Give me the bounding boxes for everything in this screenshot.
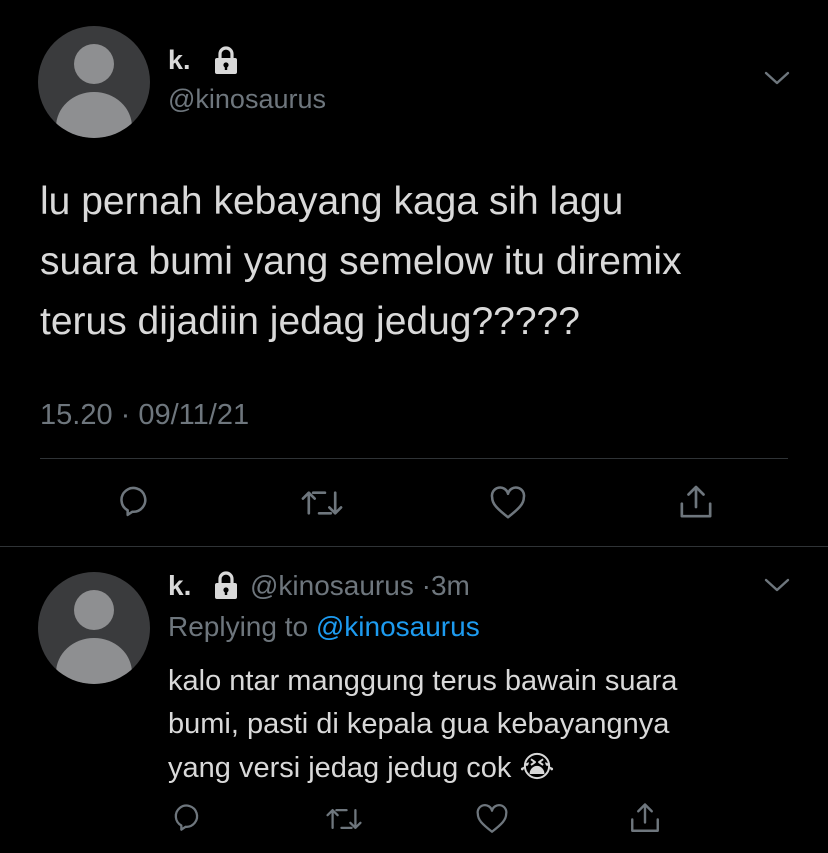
replying-to-label: Replying to	[168, 611, 309, 642]
main-tweet-text: lu pernah kebayang kaga sih lagu suara b…	[40, 172, 682, 352]
reply-tweet-text: kalo ntar manggung terus bawain suara bu…	[168, 660, 677, 790]
retweet-icon[interactable]	[300, 486, 344, 520]
tweet-line-text: yang versi jedag jedug cok	[168, 752, 512, 784]
main-timestamp[interactable]: 15.20 · 09/11/21	[40, 397, 249, 433]
reply-header: k.	[168, 569, 191, 603]
chevron-down-icon[interactable]	[764, 70, 790, 86]
reply-handle[interactable]: @kinosaurus	[250, 570, 414, 601]
share-icon[interactable]	[676, 482, 716, 522]
tweet-line: yang versi jedag jedug cok 😭	[168, 746, 677, 790]
reply-icon[interactable]	[115, 484, 153, 522]
tweet-line: suara bumi yang semelow itu diremix	[40, 240, 682, 283]
reply-display-name[interactable]: k.	[168, 570, 191, 601]
tweet-line: lu pernah kebayang kaga sih lagu	[40, 180, 624, 223]
tweet-line: terus dijadiin jedag jedug?????	[40, 300, 580, 343]
share-icon[interactable]	[627, 800, 663, 836]
replying-to-handle-link[interactable]: @kinosaurus	[316, 611, 480, 642]
like-icon[interactable]	[475, 803, 509, 835]
reply-icon[interactable]	[170, 802, 204, 836]
reply-time[interactable]: 3m	[431, 570, 470, 601]
retweet-icon[interactable]	[325, 805, 363, 833]
lock-icon	[212, 45, 240, 75]
avatar-main[interactable]	[38, 26, 150, 138]
main-display-name[interactable]: k.	[168, 44, 191, 76]
tweet-line: kalo ntar manggung terus bawain suara	[168, 665, 678, 697]
crying-emoji: 😭	[519, 751, 555, 784]
tweet-line: bumi, pasti di kepala gua kebayangnya	[168, 708, 670, 740]
reply-meta: @kinosaurus ·3m	[250, 569, 470, 603]
chevron-down-icon[interactable]	[764, 577, 790, 593]
divider	[0, 546, 828, 547]
divider	[40, 458, 788, 459]
lock-icon	[212, 570, 240, 600]
main-handle[interactable]: @kinosaurus	[168, 83, 326, 115]
like-icon[interactable]	[489, 485, 527, 521]
avatar-reply[interactable]	[38, 572, 150, 684]
separator-dot: ·	[421, 570, 431, 601]
replying-to: Replying to @kinosaurus	[168, 610, 480, 644]
